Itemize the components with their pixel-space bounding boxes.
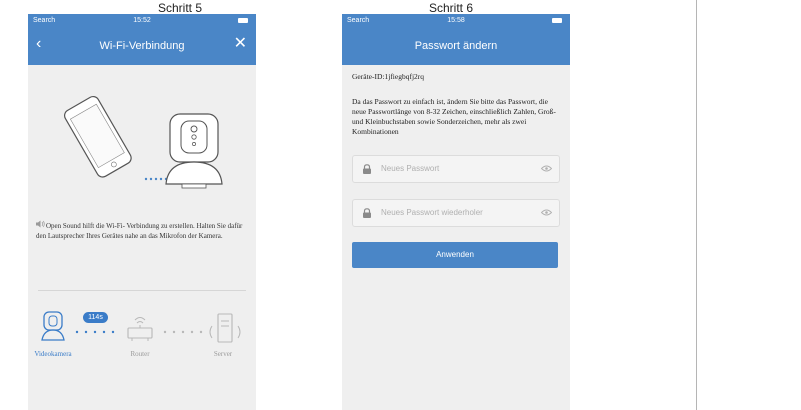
step-label-5: Schritt 5 <box>157 1 202 15</box>
eye-icon[interactable] <box>541 209 552 216</box>
apply-button[interactable]: Anwenden <box>352 242 558 268</box>
nav-bar: Passwort ändern <box>342 28 570 65</box>
close-icon[interactable]: ✕ <box>234 36 247 52</box>
phone-screen-password: Search 15:58 Passwort ändern Geräte-ID:1… <box>342 14 570 410</box>
wave-dots <box>144 177 168 181</box>
repeat-password-field[interactable] <box>352 199 560 227</box>
progress-label-videokamera: Videokamera <box>34 350 72 358</box>
instruction-text: Open Sound hilft die Wi-Fi- Verbindung z… <box>36 222 243 240</box>
router-icon <box>127 317 153 341</box>
progress-dots-left <box>75 330 115 334</box>
progress-label-server: Server <box>213 350 233 358</box>
panel-divider <box>696 0 697 410</box>
speaker-icon <box>36 220 46 231</box>
illustration <box>64 95 223 189</box>
phone-icon <box>64 95 132 178</box>
status-time: 15:58 <box>447 17 465 24</box>
lock-icon <box>363 164 371 174</box>
videokamera-step-icon <box>41 311 65 341</box>
status-bar: Search 15:58 <box>342 14 570 28</box>
section-divider <box>38 290 246 291</box>
battery-icon <box>238 18 248 23</box>
nav-bar: ‹ Wi-Fi-Verbindung ✕ <box>28 28 256 65</box>
status-bar: Search 15:52 <box>28 14 256 28</box>
step-label-6: Schritt 6 <box>428 1 473 15</box>
page-title: Wi-Fi-Verbindung <box>99 40 185 52</box>
page-title: Passwort ändern <box>414 40 498 52</box>
camera-icon <box>165 113 223 189</box>
progress-dots-right <box>163 330 203 334</box>
status-time: 15:52 <box>133 17 151 24</box>
password-description: Da das Passwort zu einfach ist, ändern S… <box>352 97 556 136</box>
new-password-field[interactable] <box>352 155 560 183</box>
open-sound-instruction: Open Sound hilft die Wi-Fi- Verbindung z… <box>36 220 251 241</box>
eye-icon[interactable] <box>541 165 552 172</box>
repeat-password-input[interactable] <box>381 205 531 220</box>
new-password-input[interactable] <box>381 161 531 176</box>
progress-label-router: Router <box>130 350 150 358</box>
server-icon <box>209 313 241 343</box>
phone-screen-wifi: Search 15:52 ‹ Wi-Fi-Verbindung ✕ Open S… <box>28 14 256 410</box>
lock-icon <box>363 208 371 218</box>
progress-row <box>41 311 241 343</box>
battery-icon <box>552 18 562 23</box>
device-id: Geräte-ID:1jfiegbqfj2rq <box>352 72 425 81</box>
